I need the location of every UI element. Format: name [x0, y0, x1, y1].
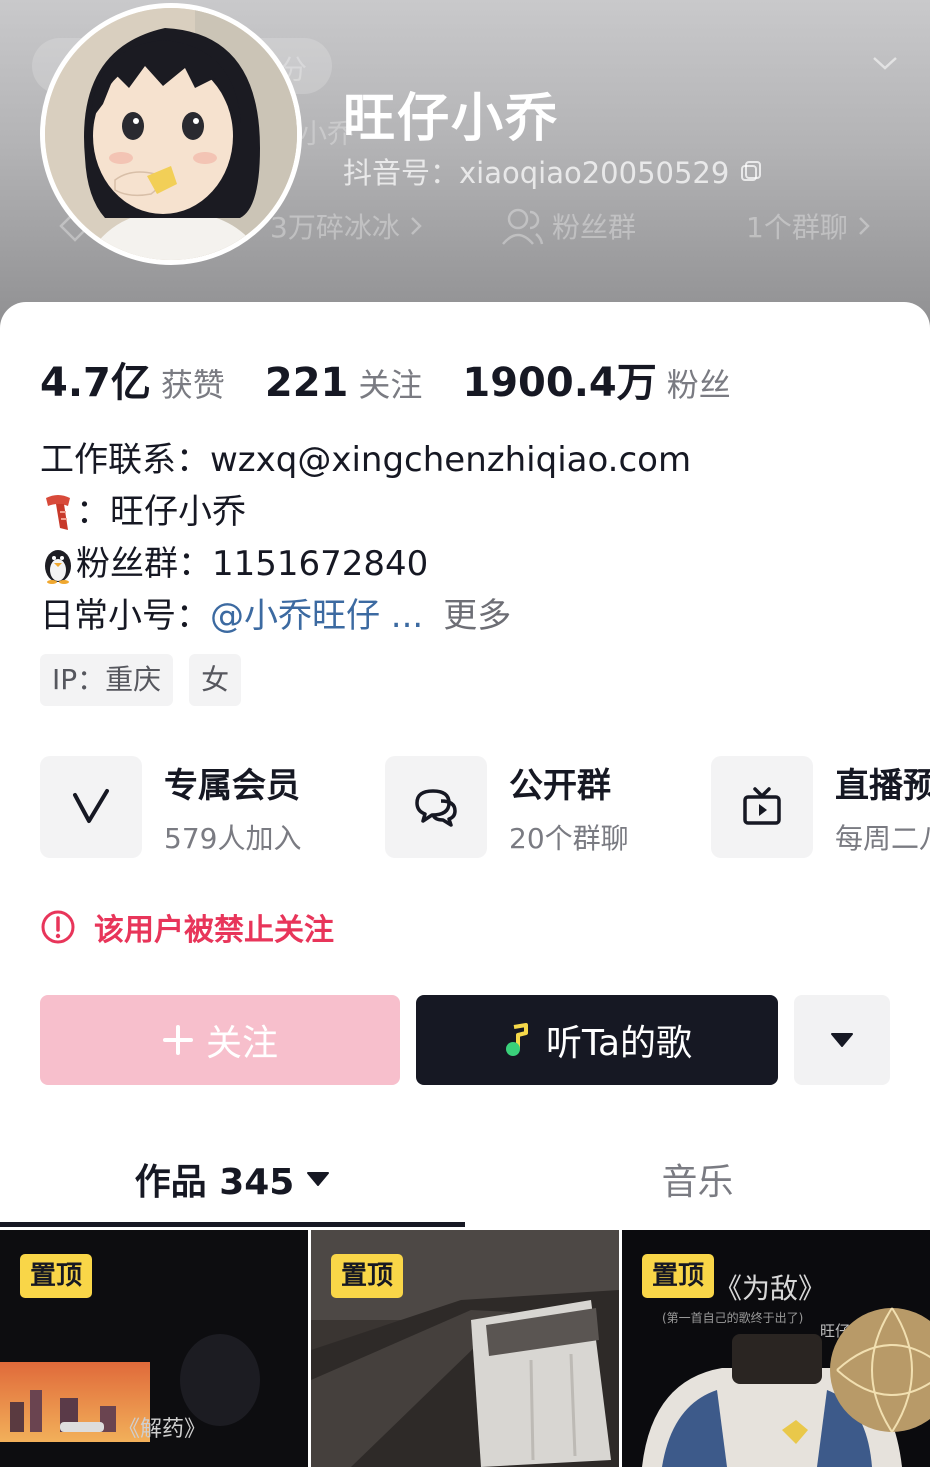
tv-icon — [711, 756, 813, 858]
service-public-group-title: 公开群 — [509, 765, 611, 806]
plus-icon — [162, 1025, 193, 1055]
follow-banned-text: 该用户被禁止关注 — [94, 913, 334, 948]
profile-card: 4.7亿 获赞 221 关注 1900.4万 粉丝 工作联系： wzxq@xin… — [0, 302, 930, 1467]
chevron-right-icon — [410, 217, 422, 235]
triangle-down-icon — [307, 1172, 330, 1186]
warning-icon — [41, 910, 75, 944]
tab-music-label: 音乐 — [661, 1162, 734, 1203]
video-thumb[interactable]: 《解药》 置顶 — [0, 1230, 308, 1467]
scarf-icon — [46, 495, 70, 530]
v-icon — [40, 756, 142, 858]
bio-fans-group: 粉丝群：1151672840 — [76, 544, 429, 584]
follow-button[interactable]: 关注 — [40, 995, 400, 1085]
pinned-badge: 置顶 — [20, 1254, 93, 1298]
group-chat-entry[interactable]: 1个群聊 — [746, 206, 872, 246]
tab-indicator — [0, 1222, 465, 1227]
copy-icon[interactable] — [739, 159, 763, 183]
avatar[interactable] — [40, 3, 302, 265]
stat-followers[interactable]: 1900.4万 粉丝 — [462, 350, 730, 408]
service-membership[interactable]: 专属会员 579人加入 — [40, 756, 301, 858]
bio-work-email: wzxq@xingchenzhiqiao.com — [210, 440, 692, 480]
group-chat-label: 1个群聊 — [746, 211, 848, 244]
tab-works[interactable]: 作品 345 — [0, 1134, 465, 1224]
stat-following-number: 221 — [264, 360, 349, 406]
stat-followers-label: 粉丝 — [666, 366, 731, 404]
video-thumb-caption: 《为敌》 — [714, 1272, 826, 1305]
tab-music[interactable]: 音乐 — [465, 1134, 930, 1224]
group-icon — [502, 208, 544, 245]
video-thumb-subcaption: (第一首自己的歌终于出了) — [662, 1310, 803, 1325]
pinned-badge: 置顶 — [331, 1254, 404, 1298]
listen-songs-label: 听Ta的歌 — [545, 1023, 693, 1064]
fan-group-entry[interactable]: 粉丝群 — [500, 206, 636, 246]
stat-likes-number: 4.7亿 — [40, 360, 151, 406]
bio-scarf-text: ：旺仔小乔 — [76, 492, 246, 532]
douyin-id: 抖音号：xiaoqiao20050529 — [343, 150, 763, 192]
bio-work-label: 工作联系： — [40, 440, 210, 480]
avatar-illustration — [45, 8, 297, 260]
video-thumb-caption: 《解药》 — [118, 1417, 206, 1442]
more-options-button[interactable] — [794, 995, 890, 1085]
bio-more-button[interactable]: 更多 — [443, 590, 511, 642]
tag-ip: IP：重庆 — [40, 654, 174, 706]
chevron-down-icon[interactable] — [870, 48, 900, 78]
video-thumb[interactable]: 置顶 — [311, 1230, 619, 1467]
listen-songs-button[interactable]: 听Ta的歌 — [416, 995, 778, 1085]
tags-row: IP：重庆 女 — [40, 654, 242, 706]
chat-bubble-icon — [385, 756, 487, 858]
ice-count-label: 3万碎冰冰 — [270, 211, 400, 244]
triangle-down-icon — [831, 1033, 853, 1047]
stats-row: 4.7亿 获赞 221 关注 1900.4万 粉丝 — [40, 350, 771, 408]
bio-daily-label: 日常小号： — [40, 596, 210, 636]
bio-daily-link[interactable]: @小乔旺仔 ... — [210, 590, 423, 642]
tag-gender: 女 — [189, 654, 242, 706]
video-grid: 《解药》 置顶 置顶 《为敌》 (第一首自己的歌终于出了) 置顶 — [0, 1230, 930, 1467]
service-live-preview-title: 直播预 — [835, 765, 930, 806]
stat-likes[interactable]: 4.7亿 获赞 — [40, 350, 225, 408]
tab-works-label: 作品 345 — [134, 1162, 295, 1203]
stat-following-label: 关注 — [358, 366, 423, 404]
pinned-badge: 置顶 — [642, 1254, 715, 1298]
service-public-group[interactable]: 公开群 20个群聊 — [385, 756, 629, 858]
follow-banned-warning: 该用户被禁止关注 — [40, 905, 334, 949]
bio-work-line: 工作联系： wzxq@xingchenzhiqiao.com — [40, 434, 691, 486]
fan-group-label: 粉丝群 — [552, 211, 637, 244]
bio-fans-line: 粉丝群：1151672840 — [40, 538, 691, 590]
chevron-right-icon — [858, 217, 870, 235]
action-buttons: 关注 听Ta的歌 — [40, 995, 890, 1085]
follow-button-label: 关注 — [205, 1023, 278, 1064]
profile-nickname: 旺仔小乔 — [343, 89, 560, 149]
music-note-icon — [505, 1023, 528, 1056]
services-row: 专属会员 579人加入 公开群 20个群聊 直播预 每周二 — [40, 756, 930, 858]
video-thumb[interactable]: 《为敌》 (第一首自己的歌终于出了) 旺仔小乔 置顶 — [622, 1230, 930, 1467]
service-live-preview-sub: 每周二八 — [835, 821, 930, 855]
stat-followers-number: 1900.4万 — [462, 360, 657, 406]
service-public-group-sub: 20个群聊 — [509, 821, 629, 855]
service-live-preview[interactable]: 直播预 每周二八 — [711, 756, 930, 858]
bio-daily-line: 日常小号： @小乔旺仔 ... 更多 — [40, 590, 691, 642]
stat-following[interactable]: 221 关注 — [265, 360, 423, 406]
bio: 工作联系： wzxq@xingchenzhiqiao.com ：旺仔小乔 粉丝群… — [40, 434, 691, 642]
stat-likes-label: 获赞 — [160, 366, 225, 404]
penguin-icon — [45, 550, 71, 584]
bio-scarf-line: ：旺仔小乔 — [40, 486, 691, 538]
douyin-id-text: 抖音号：xiaoqiao20050529 — [343, 156, 730, 190]
service-membership-sub: 579人加入 — [164, 821, 302, 855]
content-tabs: 作品 345 音乐 — [0, 1134, 930, 1230]
service-membership-title: 专属会员 — [164, 765, 300, 806]
